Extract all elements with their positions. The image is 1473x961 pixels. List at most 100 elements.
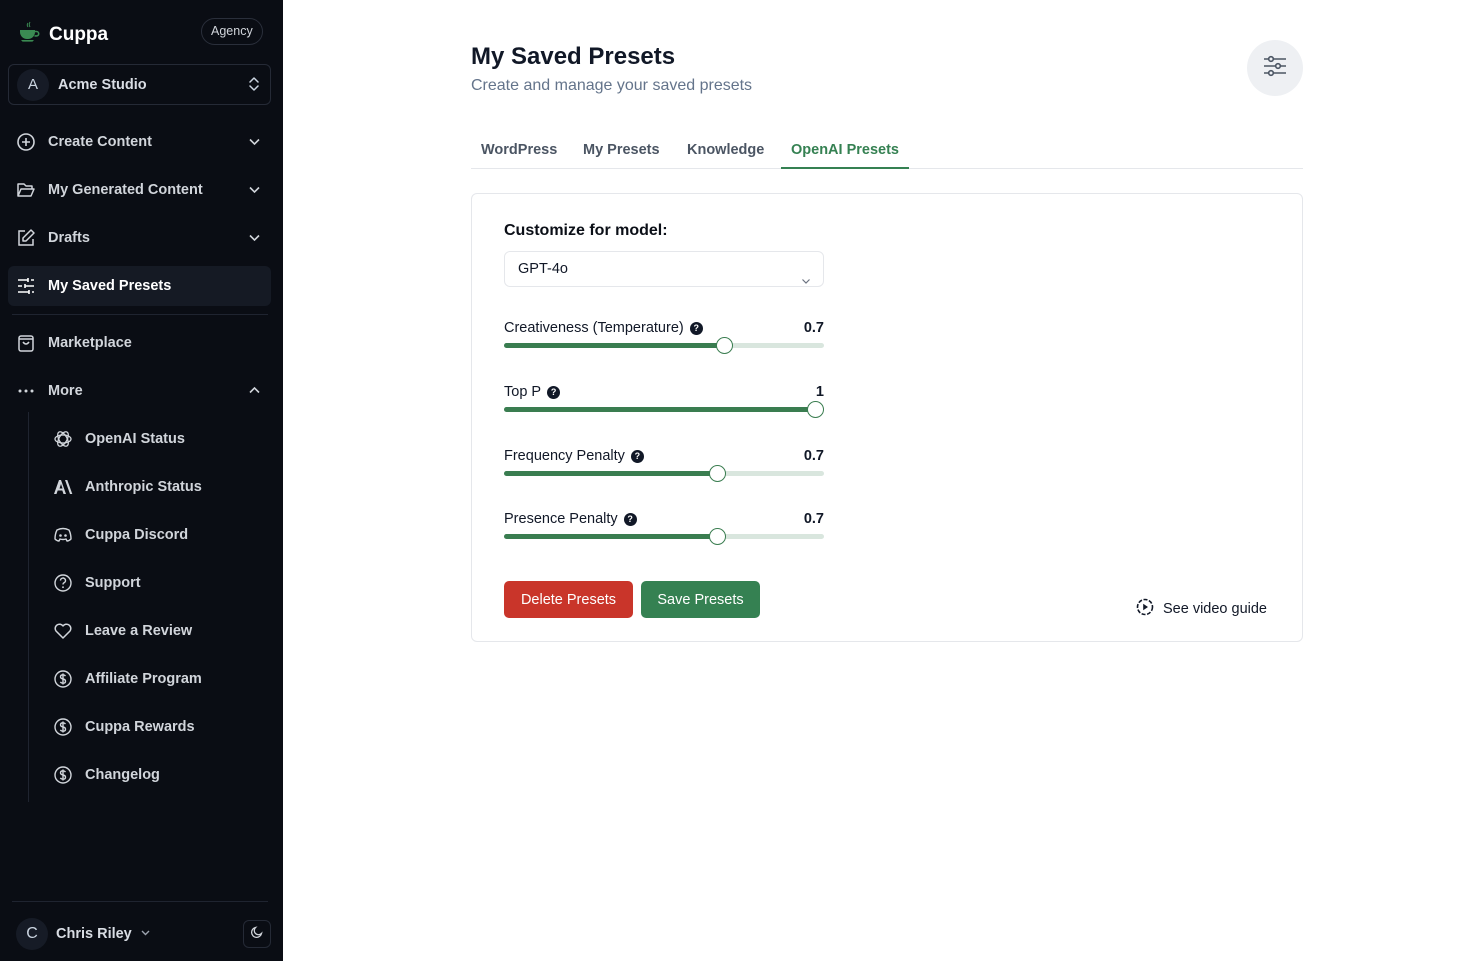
submenu-guide-line — [28, 412, 29, 802]
slider-thumb[interactable] — [708, 465, 726, 482]
sidebar-item-my-saved-presets[interactable]: My Saved Presets — [8, 266, 271, 306]
user-name: Chris Riley — [56, 926, 132, 942]
slider-fill — [504, 471, 718, 476]
slider-value: 1 — [815, 384, 824, 400]
sidebar-item-label: More — [48, 383, 83, 399]
sidebar-item-label: Cuppa Discord — [85, 527, 189, 543]
slider-track[interactable] — [504, 401, 824, 418]
slider-value: 0.7 — [803, 511, 824, 527]
sidebar-item-my-generated-content[interactable]: My Generated Content — [8, 170, 271, 210]
help-icon[interactable]: ? — [630, 449, 644, 463]
slider-label: Creativeness (Temperature) — [504, 320, 684, 336]
moon-icon — [250, 925, 264, 944]
sidebar-divider — [12, 314, 268, 315]
top-p-slider: Top P ? 1 — [504, 384, 824, 424]
slider-label: Frequency Penalty — [504, 448, 625, 464]
slider-track[interactable] — [504, 528, 824, 545]
sidebar-item-cuppa-discord[interactable]: Cuppa Discord — [45, 515, 271, 555]
tab-knowledge[interactable]: Knowledge — [677, 132, 774, 169]
sidebar-item-label: My Generated Content — [48, 182, 203, 198]
tab-my-presets[interactable]: My Presets — [573, 132, 670, 169]
video-guide-label: See video guide — [1163, 601, 1267, 617]
main-content: My Saved Presets Create and manage your … — [283, 0, 1473, 961]
workspace-avatar: A — [17, 68, 49, 101]
sidebar-item-label: My Saved Presets — [48, 278, 172, 294]
sidebar-item-more[interactable]: More — [8, 371, 271, 411]
save-presets-button[interactable]: Save Presets — [641, 581, 760, 618]
slider-fill — [504, 534, 718, 539]
sidebar-item-label: OpenAI Status — [85, 431, 185, 447]
temperature-slider: Creativeness (Temperature) ? 0.7 — [504, 320, 824, 360]
slider-value: 0.7 — [803, 320, 824, 336]
preset-tabs: WordPress My Presets Knowledge OpenAI Pr… — [471, 132, 1303, 169]
anthropic-icon — [53, 477, 73, 497]
sidebar-item-label: Create Content — [48, 134, 152, 150]
frequency-penalty-slider: Frequency Penalty ? 0.7 — [504, 448, 824, 488]
folder-open-icon — [16, 180, 36, 200]
sidebar-item-drafts[interactable]: Drafts — [8, 218, 271, 258]
help-icon[interactable]: ? — [547, 385, 561, 399]
chevron-up-icon — [248, 384, 261, 402]
sidebar-item-label: Support — [85, 575, 141, 591]
sliders-icon — [16, 276, 36, 296]
sidebar-item-label: Cuppa Rewards — [85, 719, 195, 735]
tab-wordpress[interactable]: WordPress — [471, 132, 567, 169]
presence-penalty-slider: Presence Penalty ? 0.7 — [504, 511, 824, 551]
heart-icon — [53, 621, 73, 641]
user-menu[interactable]: C Chris Riley — [16, 918, 151, 950]
sidebar-item-changelog[interactable]: Changelog — [45, 755, 271, 795]
brand[interactable]: Cuppa — [17, 20, 108, 49]
model-select[interactable]: GPT-4o — [504, 251, 824, 287]
sidebar-item-anthropic-status[interactable]: Anthropic Status — [45, 467, 271, 507]
brand-name: Cuppa — [49, 23, 109, 45]
sidebar-item-marketplace[interactable]: Marketplace — [8, 323, 271, 363]
delete-presets-button[interactable]: Delete Presets — [504, 581, 633, 618]
theme-toggle-button[interactable] — [243, 920, 271, 948]
plan-badge: Agency — [201, 18, 263, 45]
sliders-icon — [1262, 54, 1288, 83]
dollar-circle-icon — [53, 765, 73, 785]
sidebar-item-leave-a-review[interactable]: Leave a Review — [45, 611, 271, 651]
slider-track[interactable] — [504, 465, 824, 482]
tab-openai-presets[interactable]: OpenAI Presets — [781, 132, 909, 169]
sidebar-item-openai-status[interactable]: OpenAI Status — [45, 419, 271, 459]
teacup-logo-icon — [17, 20, 41, 49]
shopping-bag-icon — [16, 333, 36, 353]
help-circle-icon — [53, 573, 73, 593]
sidebar-item-affiliate-program[interactable]: Affiliate Program — [45, 659, 271, 699]
chevrons-up-down-icon — [248, 76, 260, 97]
slider-fill — [504, 407, 816, 412]
more-dots-icon — [16, 381, 36, 401]
slider-label: Presence Penalty — [504, 511, 618, 527]
chevron-down-icon — [248, 135, 261, 153]
help-icon[interactable]: ? — [623, 512, 637, 526]
slider-track[interactable] — [504, 337, 824, 354]
slider-label: Top P — [504, 384, 542, 400]
slider-value: 0.7 — [803, 448, 824, 464]
sidebar-item-label: Changelog — [85, 767, 160, 783]
help-icon[interactable]: ? — [689, 321, 703, 335]
workspace-switcher[interactable]: A Acme Studio — [8, 64, 271, 105]
slider-thumb[interactable] — [708, 528, 726, 545]
slider-thumb[interactable] — [716, 337, 734, 354]
slider-thumb[interactable] — [807, 401, 824, 418]
openai-icon — [53, 429, 73, 449]
chevron-down-icon — [248, 231, 261, 249]
preset-settings-button[interactable] — [1247, 40, 1303, 96]
discord-icon — [53, 525, 73, 545]
edit-icon — [16, 228, 36, 248]
dollar-circle-icon — [53, 717, 73, 737]
play-circle-icon — [1136, 598, 1154, 620]
sidebar-item-cuppa-rewards[interactable]: Cuppa Rewards — [45, 707, 271, 747]
sidebar-item-label: Drafts — [48, 230, 90, 246]
sidebar: Cuppa Agency A Acme Studio Create Conten… — [0, 0, 283, 961]
plus-circle-icon — [16, 132, 36, 152]
slider-fill — [504, 343, 725, 348]
sidebar-item-create-content[interactable]: Create Content — [8, 122, 271, 162]
sidebar-divider — [12, 901, 268, 902]
chevron-down-icon — [140, 925, 151, 943]
video-guide-link[interactable]: See video guide — [1136, 598, 1267, 620]
sidebar-item-support[interactable]: Support — [45, 563, 271, 603]
avatar: C — [16, 918, 48, 950]
model-label: Customize for model: — [504, 222, 668, 239]
